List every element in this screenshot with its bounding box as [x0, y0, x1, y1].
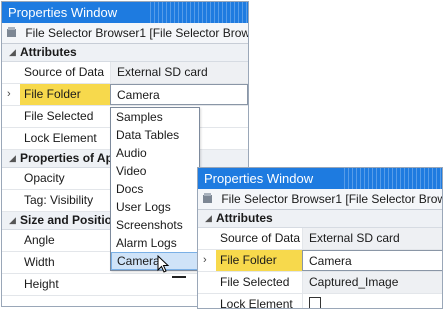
lock-element-checkbox[interactable]: [309, 297, 321, 308]
category-label: Attributes: [216, 211, 273, 225]
property-label: File Selected: [220, 275, 290, 289]
property-label: File Selected: [24, 109, 94, 123]
dropdown-option[interactable]: Samples: [111, 108, 199, 126]
object-icon: [7, 27, 16, 37]
property-label: Width: [24, 255, 55, 269]
window-title: Properties Window: [204, 171, 314, 186]
category-label: Size and Position: [20, 213, 120, 227]
window-titlebar[interactable]: Properties Window: [198, 168, 442, 189]
object-name: File Selector Browser1 [File Selector Br…: [221, 192, 443, 206]
dropdown-option[interactable]: Docs: [111, 180, 199, 198]
property-row-folder[interactable]: › File Folder Camera: [2, 84, 248, 106]
property-label: Source of Data: [220, 231, 301, 245]
property-label: File Folder: [216, 250, 302, 271]
file-folder-combo[interactable]: Camera: [110, 84, 248, 105]
property-label: File Folder: [20, 84, 110, 105]
dropdown-option[interactable]: Audio: [111, 144, 199, 162]
property-label: Lock Element: [24, 131, 97, 145]
properties-window-front: Properties Window File Selector Browser1…: [197, 167, 443, 309]
property-row-file-selected[interactable]: File Selected Captured_Image: [198, 272, 442, 294]
dropdown-option[interactable]: Data Tables: [111, 126, 199, 144]
property-label: Source of Data: [24, 65, 105, 79]
window-titlebar[interactable]: Properties Window: [2, 2, 248, 23]
dropdown-option[interactable]: Alarm Logs: [111, 234, 199, 252]
collapse-icon[interactable]: ◢: [9, 212, 16, 229]
mouse-cursor-icon: [157, 255, 170, 273]
object-name: File Selector Browser1 [File Selector Br…: [25, 26, 249, 40]
lock-element-value: [302, 294, 442, 308]
property-row-folder[interactable]: › File Folder Camera: [198, 250, 442, 272]
object-icon: [203, 193, 212, 203]
property-label: Height: [24, 277, 59, 291]
row-pointer-icon: ›: [203, 254, 207, 266]
titlebar-texture: [344, 168, 442, 189]
cursor-underline: [172, 276, 186, 278]
property-label: Lock Element: [220, 297, 293, 309]
object-selector[interactable]: File Selector Browser1 [File Selector Br…: [198, 189, 442, 210]
dropdown-option[interactable]: Video: [111, 162, 199, 180]
file-folder-combo[interactable]: Camera: [302, 250, 442, 271]
property-row-source[interactable]: Source of Data External SD card: [2, 62, 248, 84]
category-attributes[interactable]: ◢ Attributes: [2, 44, 248, 62]
dropdown-option[interactable]: Camera: [111, 252, 199, 270]
category-label: Attributes: [20, 45, 77, 59]
property-row-lock[interactable]: Lock Element: [198, 294, 442, 309]
property-label: Opacity: [24, 171, 65, 185]
property-row-source[interactable]: Source of Data External SD card: [198, 228, 442, 250]
window-title: Properties Window: [8, 5, 118, 20]
titlebar-texture: [149, 2, 248, 23]
category-label: Properties of App: [20, 151, 121, 165]
file-folder-dropdown-list[interactable]: Samples Data Tables Audio Video Docs User Log…: [110, 107, 200, 271]
property-label: Tag: Visibility: [24, 193, 94, 207]
category-attributes[interactable]: ◢ Attributes: [198, 210, 442, 228]
file-selected-value[interactable]: Captured_Image: [302, 272, 442, 293]
collapse-icon[interactable]: ◢: [9, 150, 16, 167]
source-of-data-value[interactable]: External SD card: [302, 228, 442, 249]
object-selector[interactable]: File Selector Browser1 [File Selector Br…: [2, 23, 248, 44]
source-of-data-value[interactable]: External SD card: [110, 62, 248, 83]
dropdown-option[interactable]: User Logs: [111, 198, 199, 216]
row-pointer-icon: ›: [7, 88, 11, 100]
dropdown-option[interactable]: Screenshots: [111, 216, 199, 234]
collapse-icon[interactable]: ◢: [205, 210, 212, 227]
collapse-icon[interactable]: ◢: [9, 44, 16, 61]
property-label: Angle: [24, 233, 55, 247]
